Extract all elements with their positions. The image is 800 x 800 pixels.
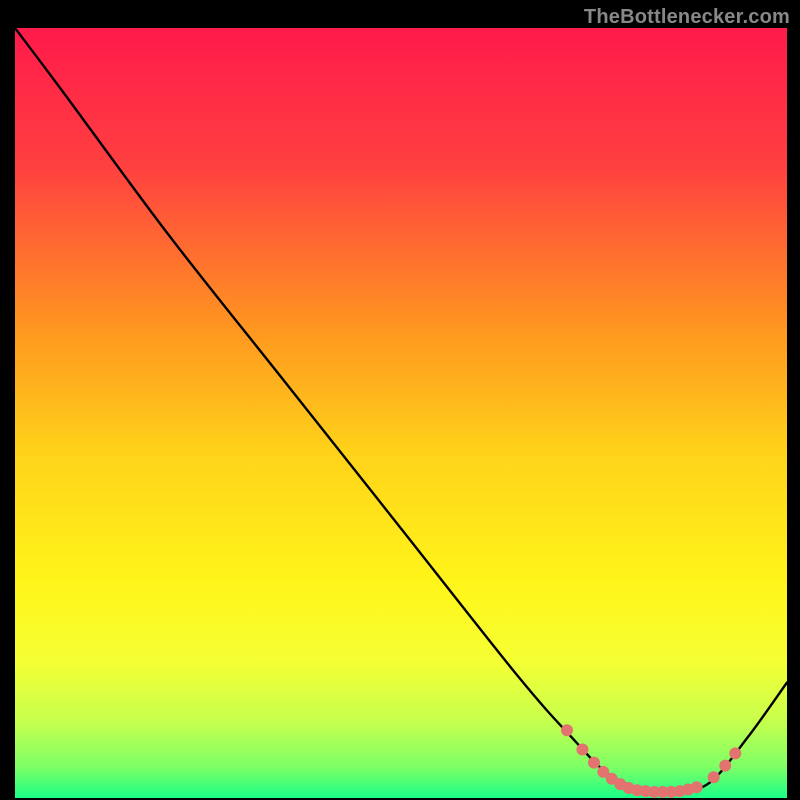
marker-dot	[719, 760, 731, 772]
marker-dot	[729, 747, 741, 759]
marker-dot	[576, 743, 588, 755]
marker-dot	[561, 724, 573, 736]
chart-frame: TheBottlenecker.com	[0, 0, 800, 800]
marker-dot	[588, 757, 600, 769]
marker-dot	[691, 781, 703, 793]
gradient-background	[15, 28, 787, 798]
marker-dot	[708, 771, 720, 783]
chart-svg	[15, 28, 787, 798]
chart-plot	[15, 28, 787, 798]
attribution-text: TheBottlenecker.com	[584, 6, 790, 29]
